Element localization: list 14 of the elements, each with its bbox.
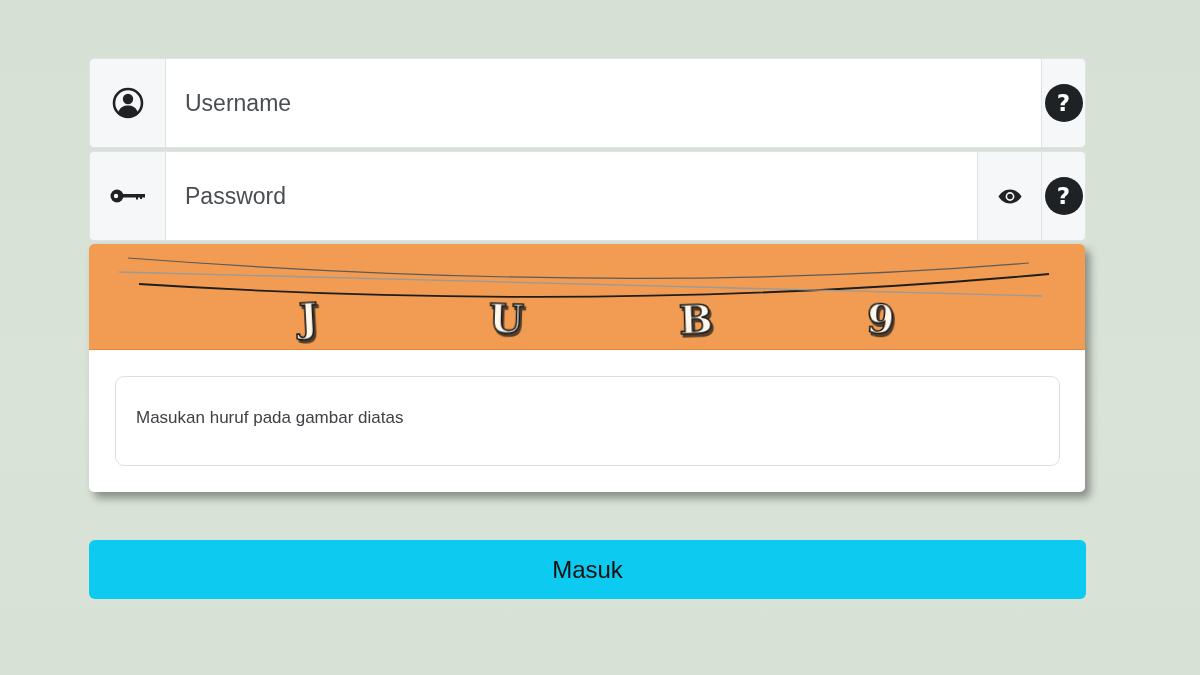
captcha-character: 9: [865, 294, 897, 343]
eye-icon: [997, 188, 1022, 204]
username-field[interactable]: Username: [166, 58, 1041, 148]
submit-button[interactable]: Masuk: [89, 540, 1086, 599]
captcha-character: B: [678, 294, 714, 343]
show-password-button[interactable]: [977, 151, 1041, 241]
key-icon: [109, 189, 146, 203]
password-field[interactable]: Password: [166, 151, 977, 241]
help-button[interactable]: ?: [1044, 84, 1083, 122]
help-button[interactable]: ?: [1044, 177, 1083, 215]
captcha-answer-field[interactable]: Masukan huruf pada gambar diatas: [115, 376, 1060, 466]
captcha-character: J: [297, 293, 320, 341]
user-icon: [111, 87, 144, 119]
captcha-character: U: [488, 294, 525, 343]
